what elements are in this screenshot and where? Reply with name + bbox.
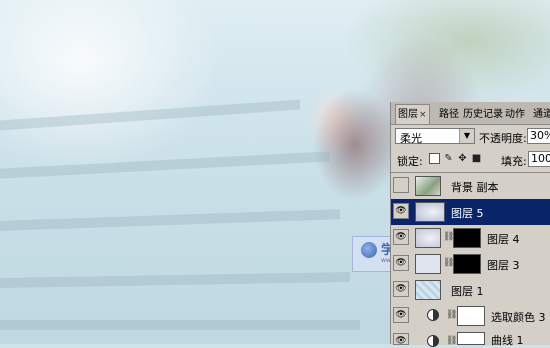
tab-history-label: 历史记录: [463, 109, 503, 120]
chevron-down-icon: ▼: [459, 129, 474, 143]
lock-all-icon[interactable]: ■: [471, 153, 482, 164]
tab-paths[interactable]: 路径: [437, 105, 461, 124]
layer-name: 背景 副本: [451, 181, 499, 194]
blend-mode-value: 柔光: [400, 132, 422, 145]
tab-channels-label: 通道: [533, 109, 550, 120]
plank-stripe: [0, 99, 300, 131]
tab-layers[interactable]: 图层×: [395, 104, 430, 124]
watermark-logo-icon: [361, 242, 377, 258]
layer-mask-thumbnail: [453, 228, 481, 248]
layer-mask-thumbnail: [453, 254, 481, 274]
layer-thumbnail: [415, 280, 441, 300]
layer-row-background-copy[interactable]: 背景 副本: [391, 173, 550, 200]
adjustment-layer-icon: [427, 335, 439, 347]
opacity-field[interactable]: 30%: [527, 128, 550, 144]
layer-row-layer-5[interactable]: 👁 图层 5: [391, 199, 550, 226]
layer-row-curves-1[interactable]: 👁 ⛓ 曲线 1: [391, 329, 550, 347]
adjustment-layer-icon: [427, 309, 439, 321]
eye-icon[interactable]: 👁: [393, 281, 409, 297]
layer-row-layer-4[interactable]: 👁 ⛓ 图层 4: [391, 225, 550, 252]
lock-transparency-icon[interactable]: [429, 153, 440, 164]
fill-field[interactable]: 100%: [528, 151, 550, 167]
eye-icon[interactable]: 👁: [393, 255, 409, 271]
layer-thumbnail: [415, 228, 441, 248]
layer-name: 图层 4: [487, 233, 520, 246]
tab-actions[interactable]: 动作: [503, 105, 527, 124]
layer-name: 曲线 1: [491, 334, 524, 347]
blend-opacity-row: 柔光 ▼ 不透明度: 30%: [391, 126, 550, 148]
blend-mode-select[interactable]: 柔光 ▼: [395, 128, 475, 145]
chain-link-icon: ⛓: [446, 310, 458, 320]
chain-link-icon: ⛓: [446, 336, 458, 346]
tab-channels[interactable]: 通道: [531, 105, 550, 124]
plank-stripe: [0, 209, 340, 231]
visibility-toggle[interactable]: [393, 177, 409, 193]
layer-row-layer-1[interactable]: 👁 图层 1: [391, 277, 550, 304]
panel-tab-bar: 图层× 路径 历史记录 动作 通道: [391, 102, 550, 125]
layer-mask-thumbnail: [457, 306, 485, 326]
tab-history[interactable]: 历史记录: [463, 105, 505, 124]
plank-stripe: [0, 151, 330, 179]
layer-mask-thumbnail: [457, 332, 485, 345]
plank-stripe: [0, 320, 360, 330]
lock-move-icon[interactable]: ✥: [457, 153, 468, 164]
lock-fill-row: 锁定: ✎ ✥ ■ 填充: 100%: [391, 150, 550, 170]
layers-panel: 图层× 路径 历史记录 动作 通道 柔光 ▼ 不透明度: 30% 锁定: ✎ ✥…: [390, 102, 550, 347]
layer-name: 图层 5: [451, 207, 484, 220]
lock-label: 锁定:: [397, 155, 423, 168]
plank-stripe: [0, 271, 350, 289]
fill-label: 填充:: [501, 155, 527, 168]
layer-list: 背景 副本 👁 图层 5 👁 ⛓ 图层 4 👁 ⛓ 图层 3 👁 图层 1 👁 …: [391, 172, 550, 347]
opacity-label: 不透明度:: [479, 132, 527, 145]
layer-thumbnail: [415, 202, 445, 222]
layer-row-selective-color-3[interactable]: 👁 ⛓ 选取颜色 3: [391, 303, 550, 330]
layer-thumbnail: [415, 254, 441, 274]
lock-brush-icon[interactable]: ✎: [443, 153, 454, 164]
close-tab-icon[interactable]: ×: [419, 110, 427, 120]
layer-name: 图层 3: [487, 259, 520, 272]
tab-layers-label: 图层: [398, 109, 418, 120]
eye-icon[interactable]: 👁: [393, 229, 409, 245]
layer-name: 图层 1: [451, 285, 484, 298]
eye-icon[interactable]: 👁: [393, 333, 409, 346]
eye-icon[interactable]: 👁: [393, 203, 409, 219]
layer-row-layer-3[interactable]: 👁 ⛓ 图层 3: [391, 251, 550, 278]
eye-icon[interactable]: 👁: [393, 307, 409, 323]
layer-name: 选取颜色 3: [491, 311, 546, 324]
layer-thumbnail: [415, 176, 441, 196]
